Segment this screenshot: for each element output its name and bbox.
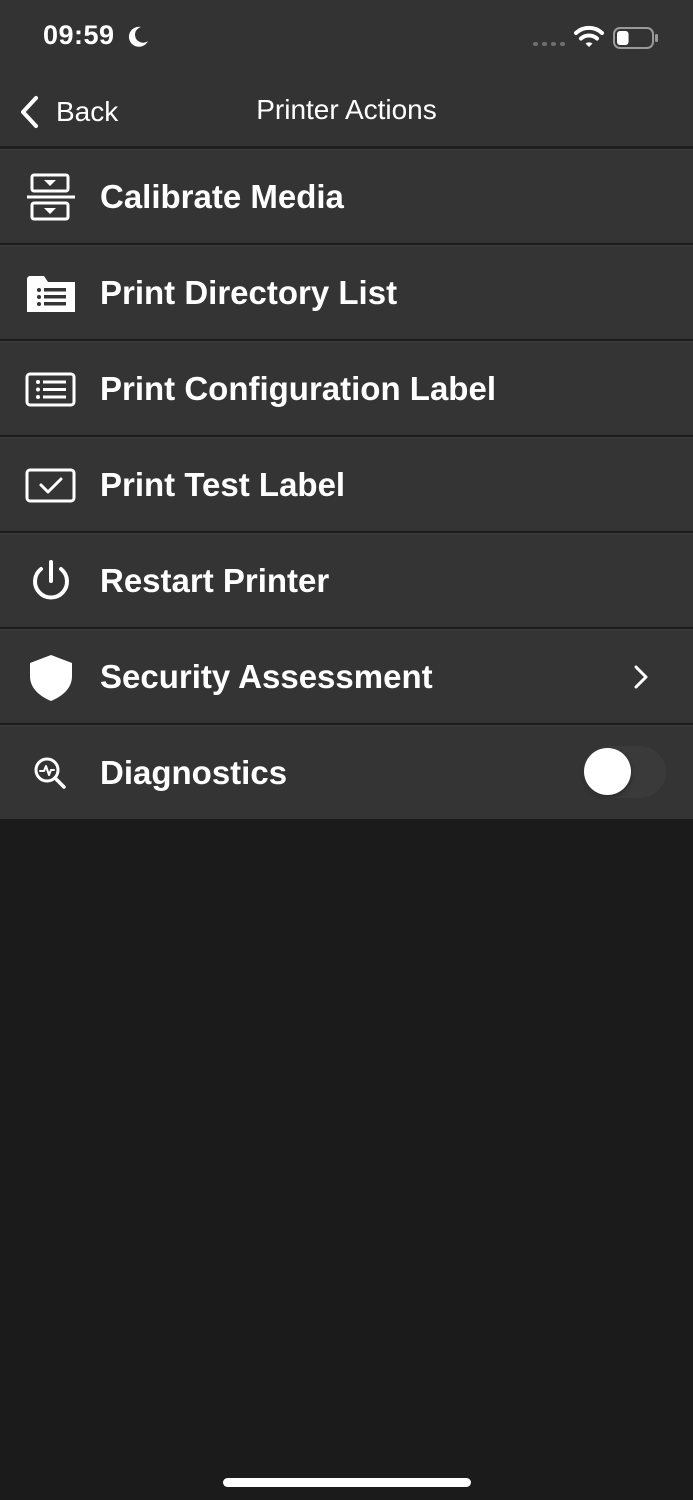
status-bar: 09:59 bbox=[0, 0, 693, 76]
menu-item-label: Print Directory List bbox=[100, 274, 398, 311]
test-label-icon bbox=[24, 460, 78, 510]
moon-icon bbox=[128, 26, 148, 47]
menu-item-security-assessment[interactable]: Security Assessment bbox=[0, 629, 693, 725]
menu-item-label: Calibrate Media bbox=[100, 178, 344, 215]
status-time: 09:59 bbox=[43, 20, 115, 50]
battery-icon bbox=[613, 27, 658, 49]
page-title: Printer Actions bbox=[256, 94, 437, 125]
top-area: 09:59 Back Printer Actions bbox=[0, 0, 693, 149]
menu-item-calibrate-media[interactable]: Calibrate Media bbox=[0, 149, 693, 245]
diagnostics-toggle[interactable] bbox=[582, 746, 666, 798]
calibrate-icon bbox=[24, 172, 78, 222]
menu-item-label: Security Assessment bbox=[100, 658, 433, 695]
diagnostics-search-icon bbox=[24, 748, 78, 798]
toggle-knob bbox=[584, 748, 631, 795]
cellular-signal-icon bbox=[533, 42, 565, 46]
menu-item-label: Print Configuration Label bbox=[100, 370, 496, 407]
chevron-right-icon bbox=[634, 665, 648, 689]
config-label-icon bbox=[24, 364, 78, 414]
menu-item-print-test-label[interactable]: Print Test Label bbox=[0, 437, 693, 533]
printer-actions-list: Calibrate Media Print Directory List Pri… bbox=[0, 149, 693, 819]
menu-item-print-directory-list[interactable]: Print Directory List bbox=[0, 245, 693, 341]
power-icon bbox=[24, 556, 78, 606]
menu-item-label: Print Test Label bbox=[100, 466, 346, 503]
folder-list-icon bbox=[24, 268, 78, 318]
home-indicator bbox=[223, 1478, 471, 1487]
navigation-bar: Back Printer Actions bbox=[0, 76, 693, 148]
menu-item-label: Restart Printer bbox=[100, 562, 330, 599]
menu-item-label: Diagnostics bbox=[100, 754, 288, 791]
shield-icon bbox=[24, 652, 78, 702]
menu-item-print-configuration-label[interactable]: Print Configuration Label bbox=[0, 341, 693, 437]
wifi-icon bbox=[574, 25, 604, 47]
menu-item-diagnostics: Diagnostics bbox=[0, 725, 693, 819]
menu-item-restart-printer[interactable]: Restart Printer bbox=[0, 533, 693, 629]
